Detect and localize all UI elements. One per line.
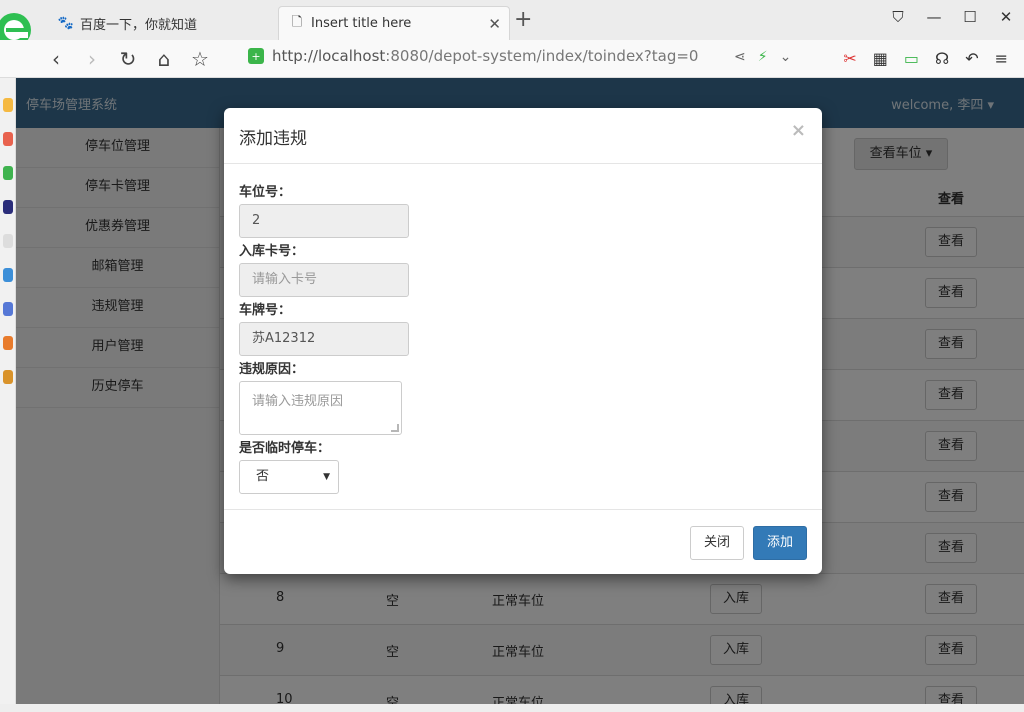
- violation-reason-placeholder: 请输入违规原因: [252, 394, 344, 409]
- browser-toolbar: ✂ ▦ ▭ ☊ ↶ ≡: [843, 49, 1008, 68]
- tab-insert-title[interactable]: 🗋 Insert title here ✕: [278, 6, 510, 40]
- url-actions: ⋖ ⚡ ⌄: [734, 49, 791, 65]
- undo-icon[interactable]: ↶: [965, 49, 978, 68]
- side-app-icon[interactable]: [3, 132, 13, 146]
- chevron-down-icon[interactable]: ⌄: [780, 49, 792, 65]
- scissors-icon[interactable]: ✂: [843, 49, 856, 68]
- modal-body: 车位号： 2 入库卡号： 请输入卡号 车牌号： 苏A12312 违规原因： 请输…: [224, 164, 822, 509]
- minimize-icon[interactable]: —: [916, 8, 952, 26]
- card-number-field[interactable]: 请输入卡号: [239, 263, 409, 297]
- resize-handle-icon[interactable]: [391, 424, 399, 432]
- back-icon[interactable]: ‹: [44, 47, 68, 71]
- add-button[interactable]: 添加: [753, 526, 807, 560]
- refresh-icon[interactable]: ↻: [116, 47, 140, 71]
- slot-number-label: 车位号：: [239, 185, 292, 200]
- menu-icon[interactable]: ≡: [995, 49, 1008, 68]
- side-app-icon[interactable]: [3, 370, 13, 384]
- modal-header: 添加违规 ×: [224, 108, 822, 164]
- plate-number-label: 车牌号：: [239, 303, 292, 318]
- bookmark-star-icon[interactable]: ☆: [188, 47, 212, 71]
- close-window-icon[interactable]: ✕: [988, 8, 1024, 26]
- modal-footer: 关闭 添加: [224, 509, 822, 574]
- url-host: http://localhost: [272, 47, 386, 65]
- close-icon[interactable]: ×: [791, 120, 806, 141]
- browser-tab-bar: 🐾 百度一下，你就知道 🗋 Insert title here ✕ + ⛉ — …: [0, 0, 1024, 47]
- card-number-label: 入库卡号：: [239, 244, 305, 259]
- share-icon[interactable]: ⋖: [734, 49, 746, 65]
- status-bar: [0, 704, 1024, 712]
- side-app-icon[interactable]: [3, 200, 13, 214]
- tab-title: Insert title here: [311, 16, 412, 31]
- browser-side-strip: [0, 78, 16, 712]
- lightning-icon[interactable]: ⚡: [758, 49, 768, 65]
- modal-title: 添加违规: [239, 129, 307, 149]
- temporary-parking-value: 否: [256, 469, 270, 484]
- home-icon[interactable]: ⌂: [152, 47, 176, 71]
- skin-icon[interactable]: ⛉: [880, 8, 916, 26]
- close-button[interactable]: 关闭: [690, 526, 744, 560]
- plate-number-field[interactable]: 苏A12312: [239, 322, 409, 356]
- chevron-down-icon: ▼: [323, 472, 330, 482]
- forward-icon[interactable]: ›: [80, 47, 104, 71]
- battery-icon[interactable]: ▭: [904, 49, 919, 68]
- tab-title: 百度一下，你就知道: [80, 17, 198, 33]
- tab-baidu[interactable]: 🐾 百度一下，你就知道: [48, 6, 274, 40]
- apps-grid-icon[interactable]: ▦: [873, 49, 888, 68]
- side-app-icon[interactable]: [3, 166, 13, 180]
- violation-reason-label: 违规原因：: [239, 362, 305, 377]
- side-app-icon[interactable]: [3, 268, 13, 282]
- violation-reason-field[interactable]: 请输入违规原因: [239, 381, 402, 435]
- url-field[interactable]: + http://localhost:8080/depot-system/ind…: [248, 47, 698, 65]
- add-violation-modal: 添加违规 × 车位号： 2 入库卡号： 请输入卡号 车牌号： 苏A12312 违…: [224, 108, 822, 574]
- side-app-icon[interactable]: [3, 234, 13, 248]
- secure-shield-icon: +: [248, 48, 264, 64]
- side-app-icon[interactable]: [3, 302, 13, 316]
- window-controls: ⛉ — ☐ ✕: [880, 8, 1024, 26]
- maximize-icon[interactable]: ☐: [952, 8, 988, 26]
- address-bar: ‹ › ↻ ⌂ ☆ + http://localhost:8080/depot-…: [0, 40, 1024, 78]
- side-app-icon[interactable]: [3, 98, 13, 112]
- slot-number-field[interactable]: 2: [239, 204, 409, 238]
- side-app-icon[interactable]: [3, 336, 13, 350]
- headphones-icon[interactable]: ☊: [935, 49, 949, 68]
- new-tab-button[interactable]: +: [514, 9, 532, 31]
- temporary-parking-label: 是否临时停车：: [239, 441, 331, 456]
- tab-close-icon[interactable]: ✕: [488, 15, 501, 33]
- paw-icon: 🐾: [57, 15, 75, 31]
- temporary-parking-select[interactable]: 否 ▼: [239, 460, 339, 494]
- page-icon: 🗋: [291, 14, 303, 30]
- url-path: :8080/depot-system/index/toindex?tag=0: [385, 47, 699, 65]
